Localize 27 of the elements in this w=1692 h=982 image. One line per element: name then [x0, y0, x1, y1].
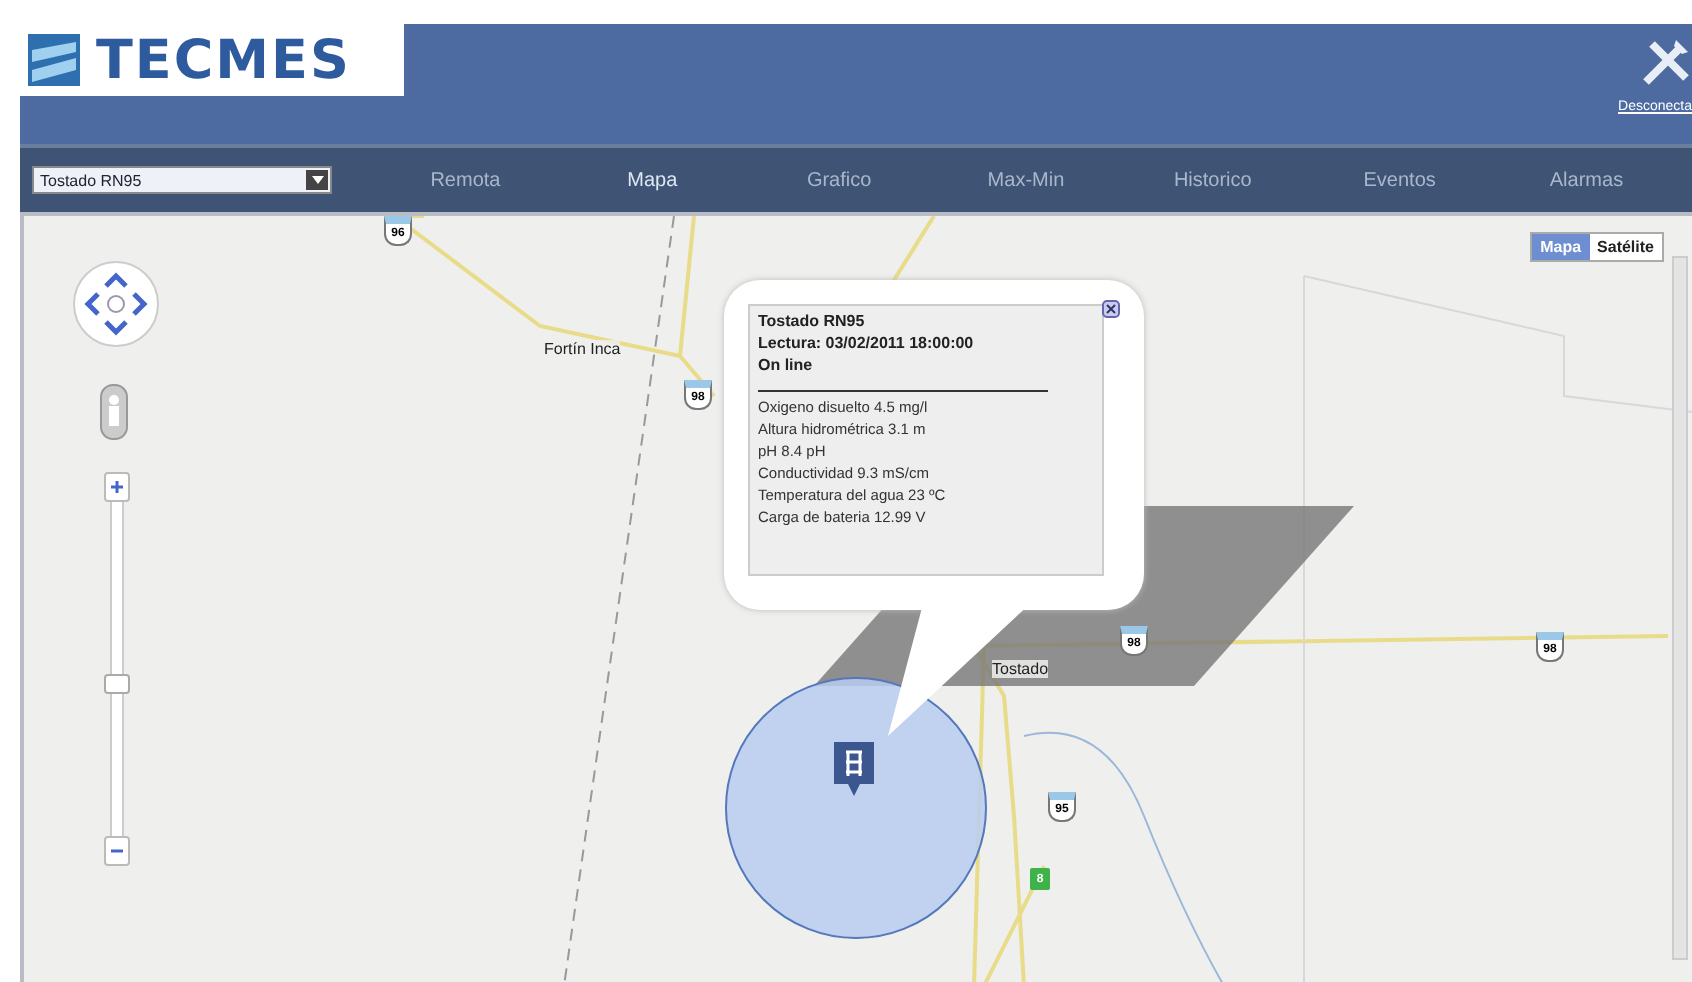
place-label: Fortín Inca	[544, 340, 621, 358]
station-marker-icon[interactable]	[834, 742, 874, 796]
station-dropdown[interactable]: Tostado RN95	[32, 166, 332, 194]
close-icon[interactable]	[1102, 300, 1120, 318]
nav-tab[interactable]: Historico	[1119, 161, 1307, 199]
station-name: Tostado RN95	[758, 312, 867, 330]
pegman-icon[interactable]	[100, 384, 128, 440]
reading-time: Lectura: 03/02/2011 18:00:00	[758, 334, 976, 352]
nav-tab[interactable]: Grafico	[745, 161, 933, 199]
logo-icon	[28, 34, 80, 86]
map-type-button[interactable]: Satélite	[1589, 234, 1662, 260]
nav-tab[interactable]: Alarmas	[1493, 161, 1680, 199]
dropdown-arrow-icon	[311, 176, 323, 184]
nav-tab[interactable]: Eventos	[1306, 161, 1494, 199]
nav-tab[interactable]: Remota	[372, 161, 559, 199]
zoom-slider-thumb[interactable]	[104, 673, 130, 694]
logo-text: TECMES	[96, 29, 351, 91]
nav-tab[interactable]: Max-Min	[932, 161, 1120, 199]
nav-tab[interactable]: Mapa	[558, 161, 746, 199]
map-type-button[interactable]: Mapa	[1532, 234, 1590, 260]
place-label: Tostado	[992, 660, 1049, 678]
pan-control-icon[interactable]	[72, 260, 160, 348]
scrollbar[interactable]	[1672, 256, 1688, 960]
tools-icon[interactable]	[1640, 36, 1692, 88]
station-status: On line	[758, 356, 815, 374]
zoom-in-icon[interactable]	[104, 472, 130, 502]
zoom-out-icon[interactable]	[104, 836, 130, 866]
